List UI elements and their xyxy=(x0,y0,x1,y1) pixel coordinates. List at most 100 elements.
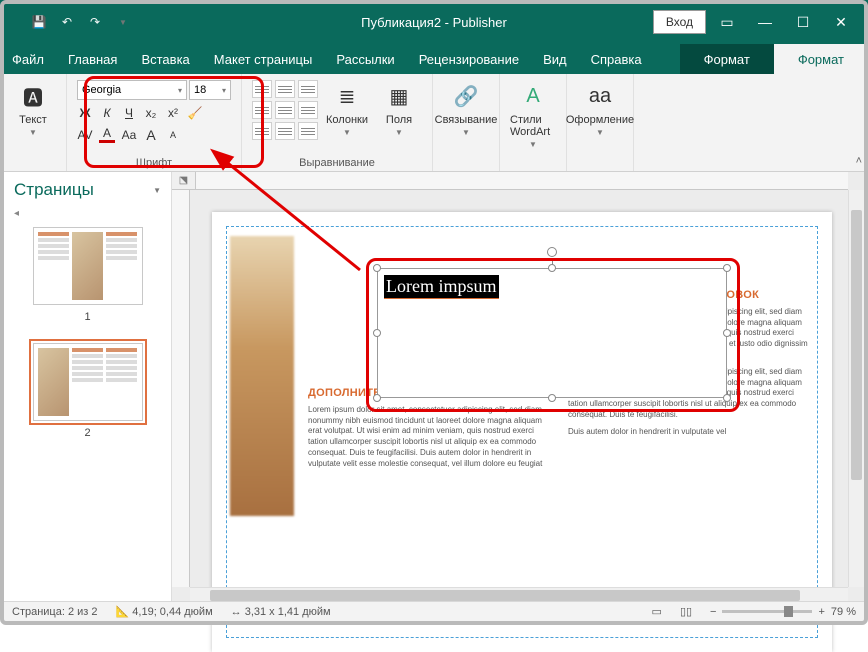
resize-handle-bl[interactable] xyxy=(373,394,381,402)
login-button[interactable]: Вход xyxy=(653,10,706,34)
col-image xyxy=(230,230,294,634)
resize-handle-mr[interactable] xyxy=(723,329,731,337)
tab-format-context[interactable]: Формат xyxy=(680,44,774,74)
ruler-corner[interactable]: ⬔ xyxy=(172,172,196,190)
placeholder-photo xyxy=(230,236,294,516)
body-para-4: Duis autem dolor in hendrerit in vulputa… xyxy=(568,427,814,438)
minimize-icon[interactable]: — xyxy=(748,8,782,36)
grow-font-button[interactable]: A xyxy=(143,127,159,143)
font-dialog-launcher-icon[interactable]: ↘ xyxy=(223,158,231,169)
body-para-1: Lorem ipsum dolor sit amet, consectetuer… xyxy=(308,405,554,470)
resize-handle-tl[interactable] xyxy=(373,264,381,272)
tab-format-active[interactable]: Формат xyxy=(774,44,868,74)
typography-label: Оформление xyxy=(566,114,634,126)
zoom-value[interactable]: 79 % xyxy=(831,606,856,618)
view-spread-icon[interactable]: ▯▯ xyxy=(680,605,692,618)
page-thumb-1-num: 1 xyxy=(84,311,90,323)
resize-handle-ml[interactable] xyxy=(373,329,381,337)
tab-home[interactable]: Главная xyxy=(56,44,129,74)
link-icon: 🔗 xyxy=(450,80,482,112)
align-tl[interactable] xyxy=(252,80,272,98)
group-text: 🅰 Текст ▼ xyxy=(0,74,67,171)
zoom-in-button[interactable]: + xyxy=(818,606,824,618)
selected-textbox[interactable]: Lorem impsum xyxy=(377,268,727,398)
shrink-font-button[interactable]: A xyxy=(165,130,181,140)
align-tc[interactable] xyxy=(275,80,295,98)
linking-label: Связывание xyxy=(435,114,498,126)
tab-mailings[interactable]: Рассылки xyxy=(324,44,406,74)
group-alignment: ≣ Колонки ▼ ▦ Поля ▼ Выравнивание xyxy=(242,74,433,171)
align-bl[interactable] xyxy=(252,122,272,140)
redo-icon[interactable]: ↷ xyxy=(86,13,104,31)
page-thumb-1[interactable]: 1 xyxy=(18,225,157,323)
text-button[interactable]: 🅰 Текст ▼ xyxy=(10,80,56,137)
rotate-handle[interactable] xyxy=(547,247,557,257)
tab-view[interactable]: Вид xyxy=(531,44,579,74)
qat-dropdown-icon[interactable]: ▼ xyxy=(114,13,132,31)
status-page[interactable]: Страница: 2 из 2 xyxy=(12,606,98,618)
group-font-label: Шрифт ↘ xyxy=(77,155,231,171)
zoom-out-button[interactable]: − xyxy=(710,606,716,618)
margins-icon: ▦ xyxy=(383,80,415,112)
undo-icon[interactable]: ↶ xyxy=(58,13,76,31)
chevron-down-icon: ▼ xyxy=(596,128,604,137)
chevron-down-icon[interactable]: ▼ xyxy=(153,186,161,195)
bold-button[interactable]: Ж xyxy=(77,106,93,120)
selected-text[interactable]: Lorem impsum xyxy=(384,275,499,299)
linking-button[interactable]: 🔗 Связывание ▼ xyxy=(443,80,489,137)
font-name-combo[interactable]: Georgia ▾ xyxy=(77,80,187,100)
resize-handle-bm[interactable] xyxy=(548,394,556,402)
change-case-button[interactable]: Aa xyxy=(121,128,137,142)
align-mc[interactable] xyxy=(275,101,295,119)
tab-insert[interactable]: Вставка xyxy=(129,44,201,74)
clear-format-icon[interactable]: 🧹 xyxy=(187,106,203,120)
underline-button[interactable]: Ч xyxy=(121,106,137,120)
collapse-thumbs-icon[interactable]: ◂ xyxy=(4,208,171,219)
align-bc[interactable] xyxy=(275,122,295,140)
wordart-label: Стили WordArt xyxy=(510,114,556,138)
zoom-slider[interactable] xyxy=(722,610,812,613)
char-spacing-button[interactable]: AV xyxy=(77,128,93,142)
tab-review[interactable]: Рецензирование xyxy=(407,44,531,74)
align-ml[interactable] xyxy=(252,101,272,119)
canvas-area: ⬔ ДОПОЛНИТЕЛЬНЫЙ ЗАГОЛОВОК Lorem ipsum d… xyxy=(172,172,864,603)
ruler-horizontal[interactable] xyxy=(196,172,848,190)
wordart-button[interactable]: A Стили WordArt ▼ xyxy=(510,80,556,149)
maximize-icon[interactable]: ☐ xyxy=(786,8,820,36)
superscript-button[interactable]: x² xyxy=(165,106,181,120)
view-single-icon[interactable]: ▭ xyxy=(652,605,662,618)
typography-button[interactable]: aa Оформление ▼ xyxy=(577,80,623,137)
tab-file[interactable]: Файл xyxy=(0,44,56,74)
status-position: 📐 4,19; 0,44 дюйм xyxy=(116,605,213,618)
chevron-down-icon: ▾ xyxy=(222,86,226,95)
resize-handle-tm[interactable] xyxy=(548,264,556,272)
page-canvas[interactable]: ДОПОЛНИТЕЛЬНЫЙ ЗАГОЛОВОК Lorem ipsum dol… xyxy=(212,212,832,652)
close-icon[interactable]: ✕ xyxy=(824,8,858,36)
group-text-label xyxy=(10,155,56,171)
font-size-combo[interactable]: 18 ▾ xyxy=(189,80,231,100)
chevron-down-icon: ▼ xyxy=(462,128,470,137)
resize-handle-br[interactable] xyxy=(723,394,731,402)
page-thumb-2[interactable]: 2 xyxy=(18,341,157,439)
collapse-ribbon-icon[interactable]: ˄ xyxy=(856,155,862,167)
scrollbar-vertical[interactable] xyxy=(848,190,864,587)
save-icon[interactable]: 💾 xyxy=(30,13,48,31)
workspace: Страницы ▼ ◂ 1 2 ⬔ xyxy=(4,172,864,603)
italic-button[interactable]: К xyxy=(99,106,115,120)
align-tr[interactable] xyxy=(298,80,318,98)
ruler-vertical[interactable] xyxy=(172,190,190,587)
resize-handle-tr[interactable] xyxy=(723,264,731,272)
columns-button[interactable]: ≣ Колонки ▼ xyxy=(324,80,370,137)
tab-page-layout[interactable]: Макет страницы xyxy=(202,44,325,74)
columns-icon: ≣ xyxy=(331,80,363,112)
page-thumb-2-num: 2 xyxy=(84,427,90,439)
margins-button[interactable]: ▦ Поля ▼ xyxy=(376,80,422,137)
subscript-button[interactable]: x₂ xyxy=(143,106,159,120)
align-mr[interactable] xyxy=(298,101,318,119)
font-color-button[interactable]: A xyxy=(99,126,115,143)
tab-help[interactable]: Справка xyxy=(579,44,654,74)
ribbon-options-icon[interactable]: ▭ xyxy=(710,8,744,36)
group-linking-label xyxy=(443,155,489,171)
wordart-icon: A xyxy=(517,80,549,112)
align-br[interactable] xyxy=(298,122,318,140)
